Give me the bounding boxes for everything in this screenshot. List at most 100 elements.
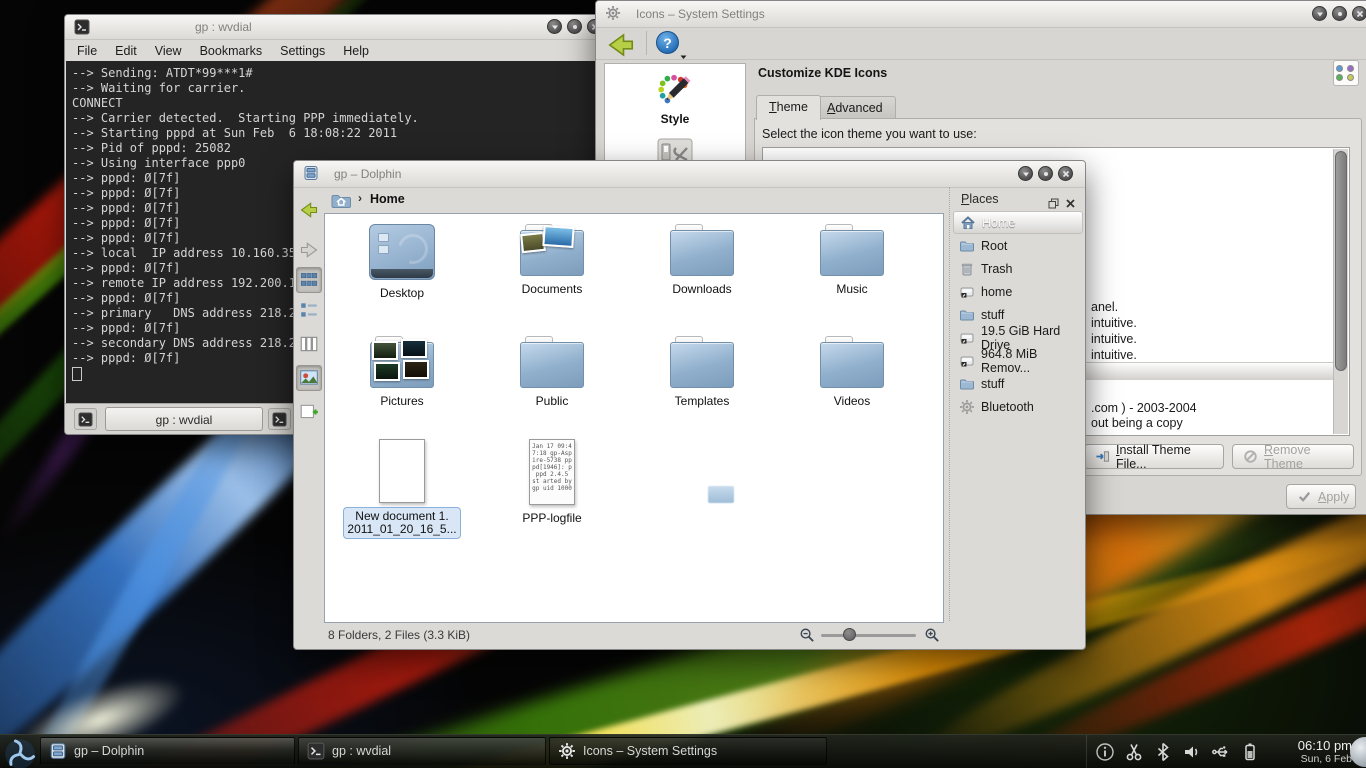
sidebar-item-style[interactable]: Style (605, 112, 745, 126)
dolphin-titlebar[interactable]: gp – Dolphin (294, 161, 1085, 188)
tab-advanced[interactable]: Advanced (814, 96, 896, 120)
breadcrumb-separator: › (358, 191, 362, 205)
file-label: Downloads (627, 282, 777, 296)
clock[interactable]: 06:10 pm Sun, 6 Feb (1262, 738, 1352, 765)
dot-yellow (1347, 74, 1354, 81)
menu-edit[interactable]: Edit (115, 44, 137, 58)
install-theme-button[interactable]: Install Theme File... (1084, 444, 1224, 469)
float-panel-icon[interactable] (1048, 193, 1059, 204)
document-icon (379, 439, 425, 503)
volume-icon[interactable] (1182, 742, 1202, 762)
scrollbar-thumb[interactable] (1335, 151, 1347, 371)
app-launcher-icon[interactable] (3, 737, 37, 766)
file-item[interactable]: Jan 17 09:4 7:18 gp-Asp ire-5738 pp pd[1… (477, 439, 627, 525)
task-button[interactable]: Icons – System Settings (549, 737, 827, 765)
bluetooth-icon[interactable] (1153, 742, 1173, 762)
folder-icon (820, 224, 884, 276)
style-icon[interactable] (656, 72, 694, 110)
places-item[interactable]: 964.8 MiB Remov... (953, 349, 1083, 372)
terminal-line: --> Waiting for carrier. (72, 81, 598, 96)
close-button[interactable] (1058, 166, 1073, 181)
battery-icon[interactable] (1240, 742, 1260, 762)
zoom-slider-handle[interactable] (843, 628, 856, 641)
drive-icon (959, 284, 975, 300)
system-settings-titlebar[interactable]: Icons – System Settings (596, 1, 1366, 28)
plasma-cashew-icon[interactable] (1350, 737, 1366, 767)
maximize-button[interactable] (567, 19, 582, 34)
file-item[interactable]: Pictures (327, 336, 477, 408)
menu-settings[interactable]: Settings (280, 44, 325, 58)
home-folder-icon[interactable] (330, 190, 352, 210)
maximize-button[interactable] (1332, 6, 1347, 21)
split-view-button[interactable] (296, 399, 322, 425)
gear-icon (558, 742, 576, 760)
new-tab-button[interactable] (74, 408, 97, 430)
zoom-out-icon[interactable] (799, 627, 815, 643)
back-button[interactable] (606, 30, 636, 56)
places-item[interactable]: Bluetooth (953, 395, 1083, 418)
close-panel-icon[interactable] (1065, 193, 1076, 204)
file-item[interactable]: Documents (477, 224, 627, 296)
file-item[interactable]: Downloads (627, 224, 777, 296)
forward-button[interactable] (296, 237, 322, 263)
file-item[interactable]: Videos (777, 336, 927, 408)
apply-button[interactable]: Apply (1286, 484, 1356, 509)
places-item[interactable]: Root (953, 234, 1083, 257)
zoom-slider-track[interactable] (821, 634, 916, 637)
details-view-button[interactable] (296, 297, 322, 323)
places-item-label: Trash (981, 262, 1013, 276)
task-label: gp : wvdial (332, 744, 391, 758)
places-panel: Places HomeRootTrashhomestuff19.5 GiB Ha… (949, 187, 1083, 621)
dolphin-window: gp – Dolphin › Home DesktopDocumentsDown… (293, 160, 1086, 650)
places-item[interactable]: home (953, 280, 1083, 303)
dolphin-window-title: gp – Dolphin (334, 167, 401, 181)
zoom-in-icon[interactable] (924, 627, 940, 643)
preview-button[interactable] (296, 365, 322, 391)
minimize-button[interactable] (1018, 166, 1033, 181)
file-item[interactable]: Templates (627, 336, 777, 408)
home-icon (960, 215, 976, 231)
dot-green (1336, 74, 1343, 81)
menu-bookmarks[interactable]: Bookmarks (200, 44, 263, 58)
terminal-titlebar[interactable]: gp : wvdial (65, 15, 599, 40)
new-tab-button-right[interactable] (268, 408, 291, 430)
overview-button[interactable] (1333, 60, 1359, 86)
clock-time: 06:10 pm (1262, 738, 1352, 753)
task-button[interactable]: gp – Dolphin (40, 737, 295, 765)
help-button[interactable]: ? (656, 31, 679, 54)
file-view[interactable]: DesktopDocumentsDownloadsMusic PicturesPu… (324, 213, 944, 623)
minimize-button[interactable] (1312, 6, 1327, 21)
columns-view-button[interactable] (296, 331, 322, 357)
status-text: 8 Folders, 2 Files (3.3 KiB) (328, 628, 470, 642)
terminal-line: --> Carrier detected. Starting PPP immed… (72, 111, 598, 126)
places-item[interactable]: Trash (953, 257, 1083, 280)
places-item[interactable]: Home (953, 211, 1083, 234)
back-button[interactable] (296, 197, 322, 223)
task-button[interactable]: gp : wvdial (298, 737, 546, 765)
desktop-folder-icon (369, 224, 435, 280)
maximize-button[interactable] (1038, 166, 1053, 181)
minimize-button[interactable] (547, 19, 562, 34)
task-manager: gp – Dolphin gp : wvdial Icons – System Se… (40, 737, 827, 765)
system-settings-window-title: Icons – System Settings (636, 7, 765, 21)
klipper-icon[interactable] (1124, 742, 1144, 762)
file-item[interactable]: Public (477, 336, 627, 408)
menu-file[interactable]: File (77, 44, 97, 58)
close-button[interactable] (1352, 6, 1366, 21)
file-item[interactable]: Music (777, 224, 927, 296)
menu-help[interactable]: Help (343, 44, 369, 58)
menu-view[interactable]: View (155, 44, 182, 58)
breadcrumb-home[interactable]: Home (370, 192, 405, 206)
scrollbar[interactable] (1333, 149, 1348, 434)
usb-icon[interactable] (1211, 742, 1231, 762)
remove-theme-button[interactable]: Remove Theme (1232, 444, 1354, 469)
icons-view-button[interactable] (296, 267, 322, 293)
terminal-session-tab[interactable]: gp : wvdial (105, 407, 263, 431)
places-item[interactable]: stuff (953, 372, 1083, 395)
file-item[interactable]: New document 1.2011_01_20_16_5... (327, 439, 477, 539)
folder-preview-icon (520, 224, 584, 276)
info-icon[interactable] (1095, 742, 1115, 762)
file-item[interactable]: Desktop (327, 224, 477, 300)
clock-date: Sun, 6 Feb (1262, 753, 1352, 765)
tab-theme[interactable]: Theme (756, 95, 821, 120)
